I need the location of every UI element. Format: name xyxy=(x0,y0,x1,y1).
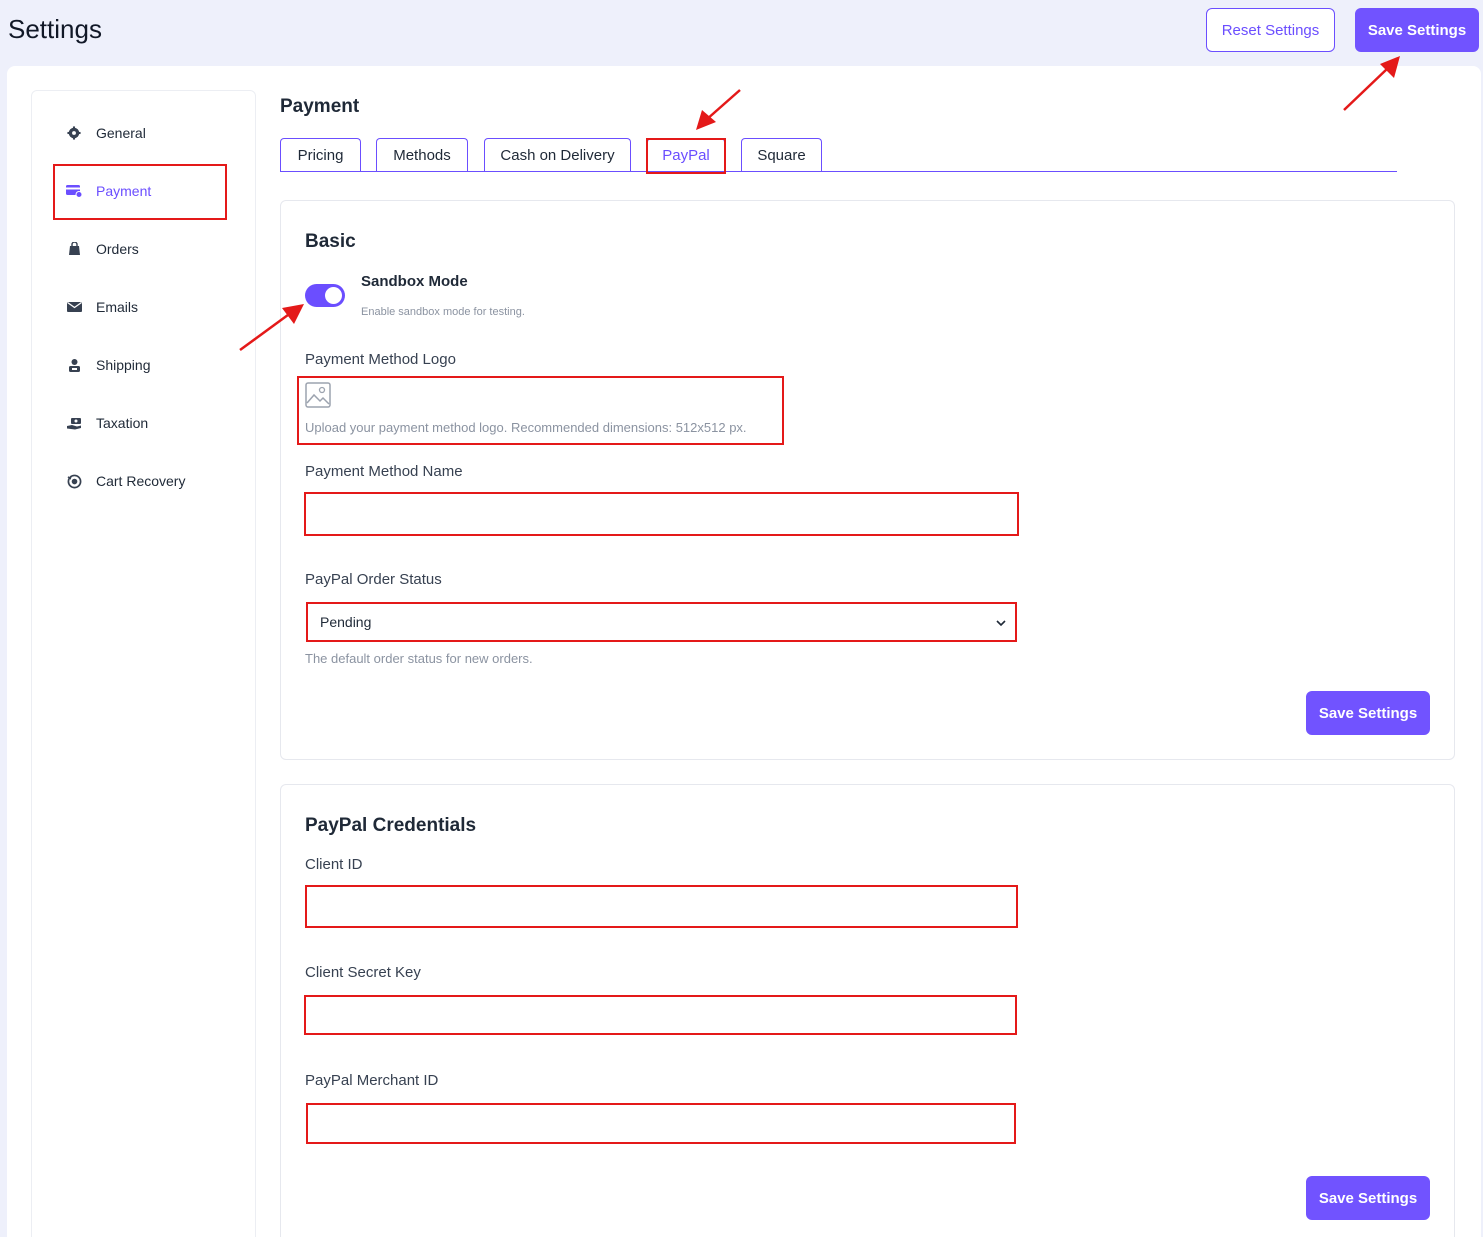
order-status-help: The default order status for new orders. xyxy=(305,651,533,666)
logo-label: Payment Method Logo xyxy=(305,351,456,368)
save-settings-button-top[interactable]: Save Settings xyxy=(1355,8,1479,52)
sidebar-item-orders[interactable]: Orders xyxy=(66,236,139,262)
logo-upload-area[interactable]: Upload your payment method logo. Recomme… xyxy=(297,376,784,445)
order-status-label: PayPal Order Status xyxy=(305,571,442,588)
order-status-value: Pending xyxy=(320,614,372,630)
payment-method-name-label: Payment Method Name xyxy=(305,463,463,480)
tab-methods[interactable]: Methods xyxy=(376,138,468,172)
envelope-icon xyxy=(66,299,82,315)
basic-title: Basic xyxy=(305,231,356,252)
shopping-bag-icon xyxy=(66,241,82,257)
credentials-title: PayPal Credentials xyxy=(305,815,477,836)
tab-square[interactable]: Square xyxy=(741,138,822,172)
money-hand-icon xyxy=(66,415,82,431)
sidebar xyxy=(31,90,256,1237)
page-title: Settings xyxy=(8,14,102,44)
sandbox-mode-label: Sandbox Mode xyxy=(361,273,468,290)
tab-pricing[interactable]: Pricing xyxy=(280,138,361,172)
recovery-icon xyxy=(66,473,82,489)
client-id-label: Client ID xyxy=(305,856,363,873)
client-secret-input[interactable] xyxy=(304,995,1017,1035)
toggle-knob xyxy=(325,287,342,304)
section-title: Payment xyxy=(280,96,360,117)
sandbox-mode-help: Enable sandbox mode for testing. xyxy=(361,306,525,318)
sidebar-item-label: Cart Recovery xyxy=(96,473,186,489)
credit-card-icon xyxy=(66,183,82,199)
chevron-down-icon xyxy=(995,616,1007,632)
person-box-icon xyxy=(66,357,82,373)
tab-cash-on-delivery[interactable]: Cash on Delivery xyxy=(484,138,631,172)
sidebar-item-payment[interactable]: Payment xyxy=(66,178,151,204)
merchant-id-label: PayPal Merchant ID xyxy=(305,1072,439,1089)
sidebar-item-label: Orders xyxy=(96,241,139,257)
sidebar-item-label: Shipping xyxy=(96,357,151,373)
sidebar-item-emails[interactable]: Emails xyxy=(66,294,138,320)
sidebar-item-label: Taxation xyxy=(96,415,149,431)
credentials-save-button[interactable]: Save Settings xyxy=(1306,1176,1430,1220)
tab-paypal[interactable]: PayPal xyxy=(647,138,725,172)
sidebar-item-label: Payment xyxy=(96,183,152,199)
sidebar-item-cart-recovery[interactable]: Cart Recovery xyxy=(66,468,185,494)
payment-method-name-input[interactable] xyxy=(304,492,1019,536)
sandbox-mode-toggle[interactable] xyxy=(305,284,345,307)
basic-save-button[interactable]: Save Settings xyxy=(1306,691,1430,735)
client-id-input[interactable] xyxy=(305,885,1018,928)
gear-icon xyxy=(66,125,82,141)
sidebar-item-label: Emails xyxy=(96,299,139,315)
order-status-select[interactable]: Pending xyxy=(306,602,1017,642)
merchant-id-input[interactable] xyxy=(306,1103,1016,1144)
sidebar-item-shipping[interactable]: Shipping xyxy=(66,352,151,378)
reset-settings-button[interactable]: Reset Settings xyxy=(1206,8,1335,52)
logo-upload-help: Upload your payment method logo. Recomme… xyxy=(305,420,747,435)
sidebar-item-general[interactable]: General xyxy=(66,120,146,146)
sidebar-item-label: General xyxy=(96,125,146,141)
tabs-underline xyxy=(280,171,1397,172)
client-secret-label: Client Secret Key xyxy=(305,964,421,981)
image-placeholder-icon xyxy=(305,382,331,413)
sidebar-item-taxation[interactable]: Taxation xyxy=(66,410,148,436)
